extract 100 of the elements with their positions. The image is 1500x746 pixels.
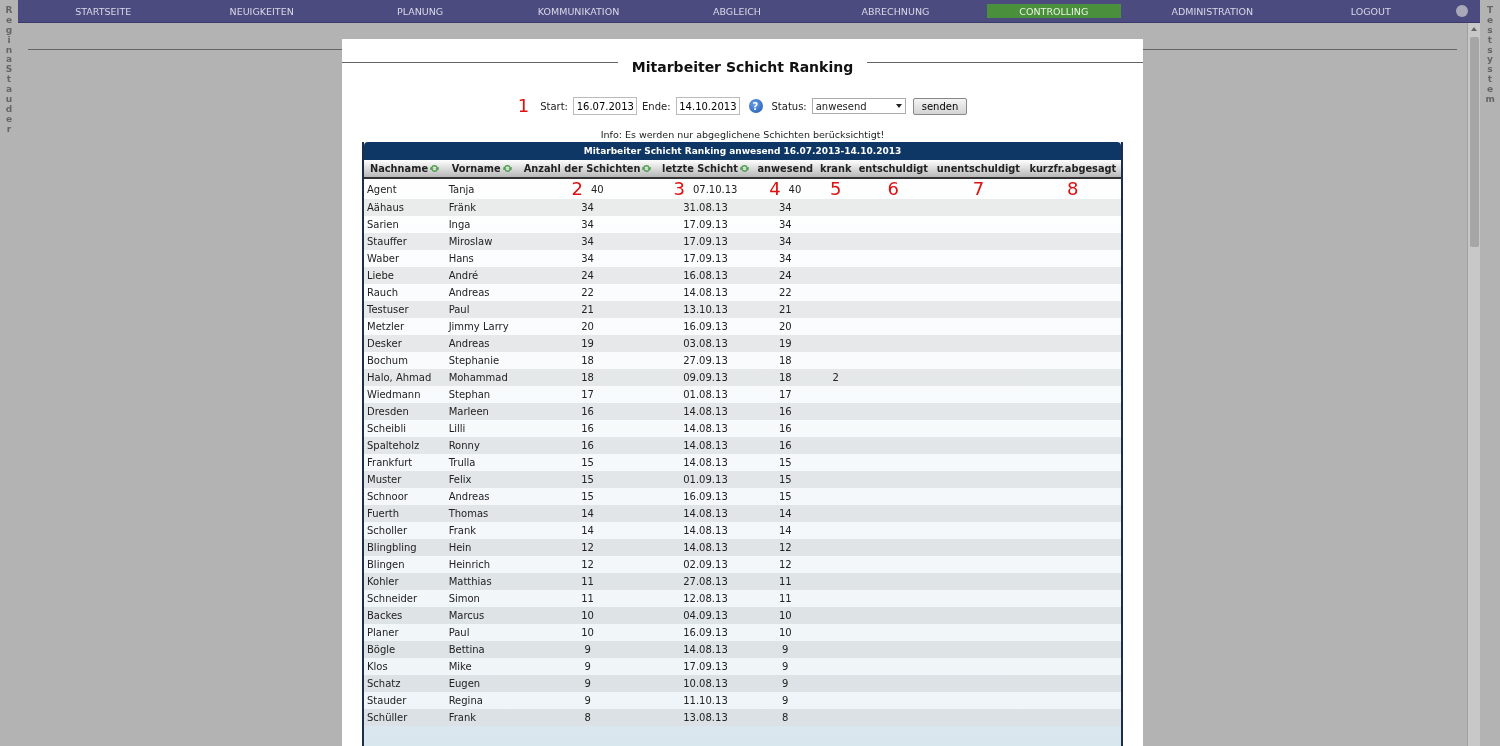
table-cell: Marcus bbox=[448, 610, 485, 621]
table-cell: Aähaus bbox=[367, 202, 404, 213]
table-cell: Liebe bbox=[367, 270, 394, 281]
table-cell: Inga bbox=[448, 219, 471, 230]
table-cell: 22 bbox=[581, 287, 594, 298]
table-cell: 10.08.13 bbox=[683, 678, 728, 689]
annotation-number: 7 bbox=[972, 180, 985, 198]
table-cell: 14 bbox=[778, 508, 792, 519]
table-cell: 9 bbox=[782, 644, 789, 655]
refresh-icon[interactable] bbox=[430, 164, 440, 173]
table-cell: 17.09.13 bbox=[683, 253, 728, 264]
table-cell: Blingbling bbox=[367, 542, 417, 553]
table-cell: 40 bbox=[788, 183, 802, 195]
nav-tab[interactable]: ABGLEICH bbox=[669, 4, 805, 18]
table-caption: Mitarbeiter Schicht Ranking anwesend 16.07.2013-14.10.2013 bbox=[364, 142, 1121, 160]
table-cell: 27.09.13 bbox=[683, 355, 728, 366]
table-cell: Fuerth bbox=[367, 508, 400, 519]
column-header: entschuldigt bbox=[854, 160, 933, 178]
table-cell: 24 bbox=[778, 270, 792, 281]
nav-tab[interactable]: ADMINISTRATION bbox=[1145, 4, 1280, 18]
table-cell: 18 bbox=[778, 372, 792, 383]
nav-tab[interactable]: KOMMUNIKATION bbox=[511, 4, 646, 18]
table-cell: 18 bbox=[778, 355, 792, 366]
column-header[interactable]: Anzahl der Schichten bbox=[517, 160, 658, 178]
table-cell: Schnoor bbox=[367, 491, 408, 502]
table-cell: 24 bbox=[581, 270, 594, 281]
table-cell: 18 bbox=[581, 355, 594, 366]
table-cell: 11 bbox=[581, 593, 594, 604]
send-button[interactable]: senden bbox=[912, 97, 968, 115]
table-cell: 12.08.13 bbox=[683, 593, 728, 604]
table-cell: 40 bbox=[590, 183, 604, 195]
column-header: krank bbox=[816, 160, 855, 178]
table-cell: 07.10.13 bbox=[692, 183, 738, 195]
table-cell: 12 bbox=[778, 559, 792, 570]
end-date-field[interactable]: 14.10.2013 bbox=[675, 97, 740, 115]
refresh-icon[interactable] bbox=[739, 164, 749, 173]
table-cell: Jimmy Larry bbox=[448, 321, 509, 332]
table-cell: 14.08.13 bbox=[683, 525, 728, 536]
table-cell: 9 bbox=[584, 695, 591, 706]
column-header[interactable]: letzte Schicht bbox=[657, 160, 754, 178]
table-cell: Andreas bbox=[448, 491, 490, 502]
table-cell: Kohler bbox=[367, 576, 399, 587]
nav-tab[interactable]: PLANUNG bbox=[352, 4, 488, 18]
table-cell: 16 bbox=[778, 423, 792, 434]
help-icon[interactable]: ? bbox=[748, 99, 763, 113]
column-header[interactable]: Nachname bbox=[364, 160, 446, 178]
table-cell: 34 bbox=[581, 236, 594, 247]
table-cell: 34 bbox=[581, 219, 594, 230]
table-cell: 10 bbox=[581, 610, 594, 621]
column-header: unentschuldigt bbox=[932, 160, 1025, 178]
page-title: Mitarbeiter Schicht Ranking bbox=[631, 59, 854, 75]
refresh-icon[interactable] bbox=[502, 164, 512, 173]
table-cell: Ronny bbox=[448, 440, 480, 451]
table-cell: 16.09.13 bbox=[683, 321, 728, 332]
table-cell: Desker bbox=[367, 338, 402, 349]
column-header: kurzfr.abgesagt bbox=[1024, 160, 1121, 178]
table-cell: 17.09.13 bbox=[683, 236, 728, 247]
table-cell: Tanja bbox=[448, 183, 475, 195]
start-date-field[interactable]: 16.07.2013 bbox=[572, 97, 637, 115]
table-cell: 14 bbox=[581, 508, 594, 519]
info-text: Info: Es werden nur abgeglichene Schichten berücksichtigt! bbox=[600, 129, 885, 140]
table-cell: Schneider bbox=[367, 593, 418, 604]
table-cell: 2 bbox=[832, 372, 839, 383]
table-cell: 10 bbox=[581, 627, 594, 638]
table-cell: 12 bbox=[778, 542, 792, 553]
table-cell: Mike bbox=[448, 661, 472, 672]
table-cell: Muster bbox=[367, 474, 402, 485]
table-cell: 8 bbox=[584, 712, 591, 723]
user-icon[interactable] bbox=[1455, 5, 1468, 17]
table-cell: 03.08.13 bbox=[683, 338, 728, 349]
table-cell: 09.09.13 bbox=[683, 372, 728, 383]
table-cell: Bögle bbox=[367, 644, 396, 655]
table-cell: 01.08.13 bbox=[683, 389, 728, 400]
nav-tab[interactable]: LOGOUT bbox=[1303, 4, 1438, 18]
table-cell: 9 bbox=[584, 661, 591, 672]
column-header[interactable]: Vorname bbox=[445, 160, 518, 178]
table-cell: 15 bbox=[581, 457, 594, 468]
table-cell: 10 bbox=[778, 627, 792, 638]
table-cell: Andreas bbox=[448, 338, 490, 349]
status-dropdown[interactable]: anwesend bbox=[811, 98, 906, 114]
annotation-number: 6 bbox=[887, 180, 900, 198]
table-cell: 9 bbox=[782, 678, 789, 689]
table-cell: 11.10.13 bbox=[683, 695, 728, 706]
table-cell: 17.09.13 bbox=[683, 661, 728, 672]
user-name: Regina Stauder bbox=[4, 6, 14, 136]
table-cell: 31.08.13 bbox=[683, 202, 728, 213]
table-cell: 13.10.13 bbox=[683, 304, 728, 315]
scrollbar[interactable] bbox=[1467, 23, 1480, 746]
nav-tab[interactable]: ABRECHNUNG bbox=[828, 4, 963, 18]
table-cell: Planer bbox=[367, 627, 399, 638]
nav-tab[interactable]: NEUIGKEITEN bbox=[194, 4, 329, 18]
nav-tab[interactable]: CONTROLLING bbox=[986, 4, 1122, 18]
table-cell: 11 bbox=[778, 593, 792, 604]
table-cell: 34 bbox=[778, 219, 792, 230]
refresh-icon[interactable] bbox=[642, 164, 652, 173]
table-cell: 12 bbox=[581, 542, 594, 553]
table-cell: 14 bbox=[778, 525, 792, 536]
table-cell: 15 bbox=[581, 474, 594, 485]
nav-tab[interactable]: STARTSEITE bbox=[36, 4, 171, 18]
table-cell: Metzler bbox=[367, 321, 404, 332]
